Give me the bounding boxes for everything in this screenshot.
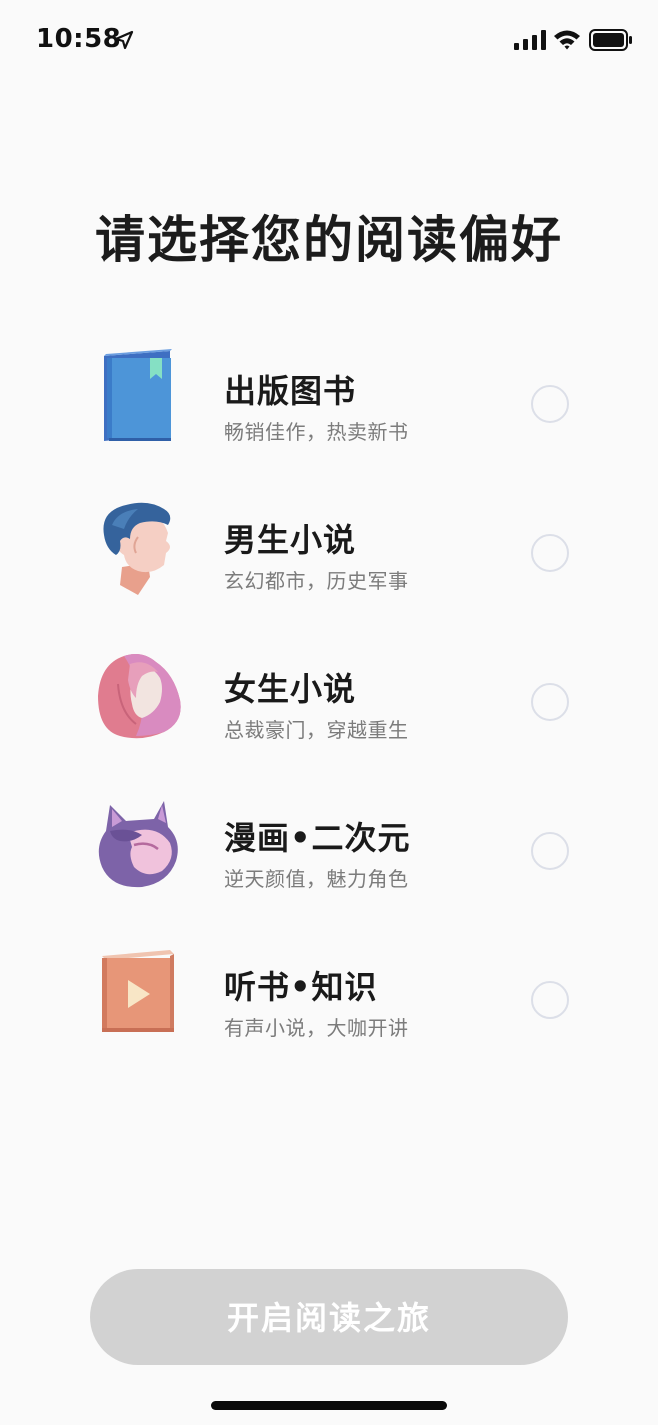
home-indicator[interactable] bbox=[211, 1401, 447, 1410]
female-avatar-icon bbox=[98, 654, 181, 739]
status-time: 10:58 bbox=[36, 24, 122, 54]
option-female-novels[interactable]: 女生小说 总裁豪门，穿越重生 bbox=[0, 626, 658, 766]
option-title: 男生小说 bbox=[224, 521, 357, 559]
option-title: 出版图书 bbox=[224, 372, 357, 410]
option-subtitle: 有声小说，大咖开讲 bbox=[224, 1016, 409, 1040]
option-subtitle: 总裁豪门，穿越重生 bbox=[224, 718, 409, 742]
option-title: 漫画•二次元 bbox=[224, 819, 411, 857]
option-title: 女生小说 bbox=[224, 670, 357, 708]
option-published-books[interactable]: 出版图书 畅销佳作，热卖新书 bbox=[0, 328, 658, 468]
option-subtitle: 逆天颜值，魅力角色 bbox=[224, 867, 409, 891]
anime-cat-icon bbox=[98, 801, 178, 888]
audiobook-icon bbox=[102, 950, 174, 1032]
book-icon bbox=[104, 349, 172, 441]
status-bar: 10:58 bbox=[0, 0, 658, 80]
start-reading-button[interactable]: 开启阅读之旅 bbox=[90, 1269, 568, 1365]
radio-button[interactable] bbox=[531, 683, 569, 721]
radio-button[interactable] bbox=[531, 832, 569, 870]
radio-button[interactable] bbox=[531, 981, 569, 1019]
radio-button[interactable] bbox=[531, 534, 569, 572]
male-avatar-icon bbox=[103, 502, 171, 595]
option-title: 听书•知识 bbox=[224, 968, 378, 1006]
option-audiobooks[interactable]: 听书•知识 有声小说，大咖开讲 bbox=[0, 924, 658, 1064]
option-subtitle: 玄幻都市，历史军事 bbox=[224, 569, 409, 593]
wifi-icon bbox=[554, 30, 580, 50]
radio-button[interactable] bbox=[531, 385, 569, 423]
option-comics[interactable]: 漫画•二次元 逆天颜值，魅力角色 bbox=[0, 775, 658, 915]
battery-icon bbox=[589, 29, 632, 51]
cellular-signal-icon bbox=[514, 30, 546, 50]
page-title: 请选择您的阅读偏好 bbox=[95, 211, 563, 269]
option-male-novels[interactable]: 男生小说 玄幻都市，历史军事 bbox=[0, 477, 658, 617]
location-arrow-icon bbox=[114, 30, 134, 50]
option-subtitle: 畅销佳作，热卖新书 bbox=[224, 420, 409, 444]
